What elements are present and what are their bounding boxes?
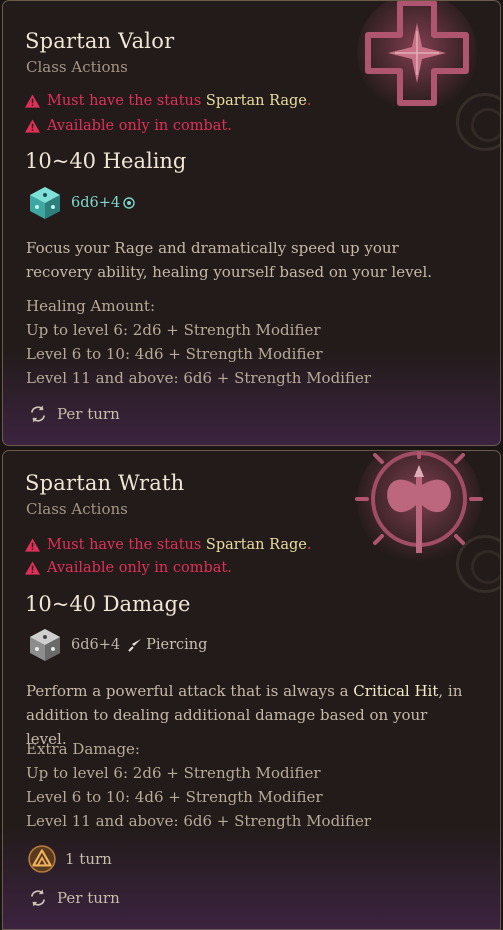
spell-category: Class Actions (26, 500, 128, 518)
tooltip-spartan-wrath: Spartan Wrath Class Actions Must have th… (2, 450, 501, 930)
damage-type: Piercing (128, 637, 207, 653)
spell-description: Focus your Rage and dramatically speed u… (26, 239, 433, 281)
requirement-combat: Available only in combat. (25, 118, 232, 134)
piercing-icon (128, 639, 142, 652)
scaling-row: Level 6 to 10: 4d6 + Strength Modifier (26, 788, 323, 806)
recharge-per-turn-icon (31, 405, 45, 423)
cooldown-icon (28, 845, 56, 873)
requirement-status: Must have the status Spartan Rage. (25, 537, 312, 553)
cooldown-label: 1 turn (65, 850, 112, 868)
status-name: Spartan Rage (205, 93, 307, 109)
cross-star-emblem-icon (357, 1, 477, 113)
faction-watermark-icon (456, 535, 500, 593)
resource-row: Per turn (28, 404, 120, 424)
warning-icon (25, 538, 40, 552)
dice-row: 6d6+4 (27, 185, 135, 221)
scaling-list: Healing Amount: Up to level 6: 2d6 + Str… (26, 294, 371, 390)
scaling-header: Extra Damage: (26, 740, 140, 758)
resource-label: Per turn (57, 889, 120, 907)
requirement-combat: Available only in combat. (25, 560, 232, 576)
spell-title: Spartan Wrath (25, 471, 185, 495)
resource-label: Per turn (57, 405, 120, 423)
requirement-status: Must have the status Spartan Rage. (25, 93, 312, 109)
scaling-header: Healing Amount: (26, 297, 156, 315)
dice-value: 6d6+4 (71, 637, 121, 653)
dice-value: 6d6+4 (71, 195, 121, 211)
dice-row: 6d6+4 Piercing (27, 627, 207, 663)
effect-summary: 10~40 Damage (25, 592, 191, 616)
warning-icon (25, 94, 40, 108)
resource-row: Per turn (28, 888, 120, 908)
critical-hit-keyword: Critical Hit (353, 682, 439, 700)
teal-die-icon (30, 187, 60, 219)
scaling-row: Up to level 6: 2d6 + Strength Modifier (26, 764, 321, 782)
spell-title: Spartan Valor (25, 29, 175, 53)
warning-icon (25, 561, 40, 575)
spell-category: Class Actions (26, 58, 128, 76)
scaling-row: Level 11 and above: 6d6 + Strength Modif… (26, 812, 372, 830)
healing-type-icon (123, 197, 135, 209)
warning-icon (25, 119, 40, 133)
faction-watermark-icon (456, 93, 500, 151)
grey-die-icon (30, 629, 60, 661)
scaling-row: Up to level 6: 2d6 + Strength Modifier (26, 321, 321, 339)
cooldown-row: 1 turn (28, 845, 112, 873)
effect-summary: 10~40 Healing (25, 149, 187, 173)
status-name: Spartan Rage (205, 537, 307, 553)
scaling-row: Level 11 and above: 6d6 + Strength Modif… (26, 369, 372, 387)
recharge-per-turn-icon (31, 889, 45, 907)
scaling-list: Extra Damage: Up to level 6: 2d6 + Stren… (26, 737, 371, 833)
tooltip-spartan-valor: Spartan Valor Class Actions Must have th… (2, 0, 501, 446)
scaling-row: Level 6 to 10: 4d6 + Strength Modifier (26, 345, 323, 363)
